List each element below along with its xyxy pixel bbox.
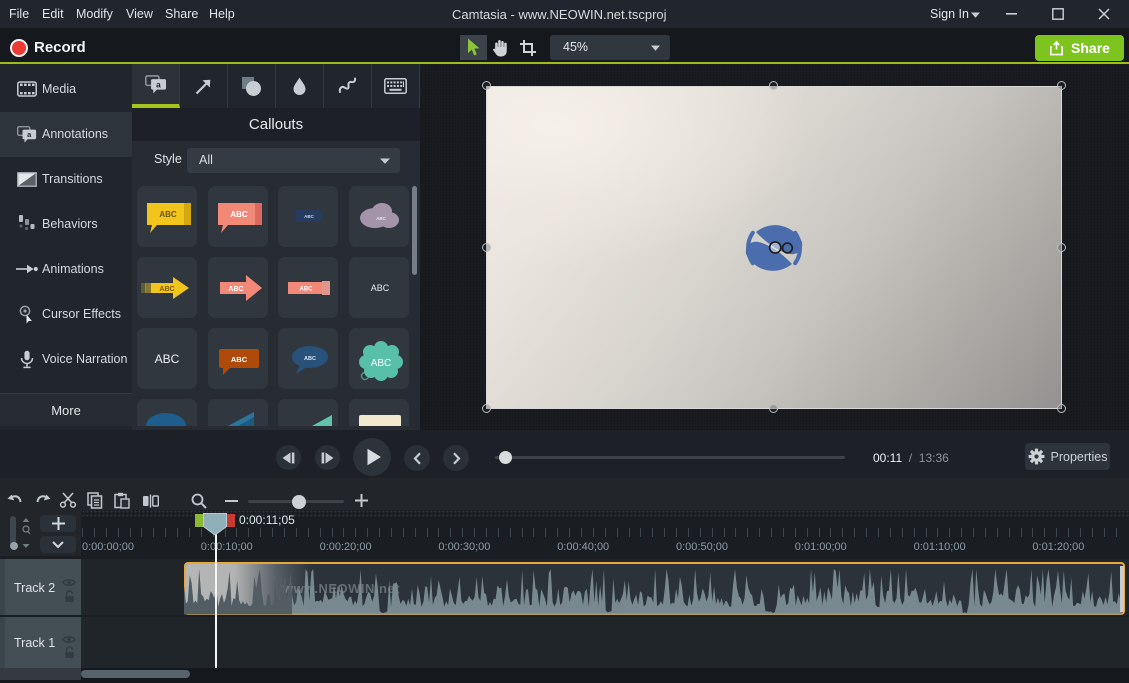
svg-text:ABC: ABC bbox=[155, 352, 180, 366]
svg-text:ABC: ABC bbox=[231, 355, 248, 364]
svg-text:ABC: ABC bbox=[159, 210, 177, 219]
svg-text:a: a bbox=[156, 80, 161, 89]
svg-text:ABC: ABC bbox=[371, 358, 392, 369]
svg-text:ABC: ABC bbox=[305, 214, 315, 219]
svg-text:ABC: ABC bbox=[376, 216, 386, 221]
svg-text:ABC: ABC bbox=[371, 283, 390, 293]
svg-text:ABC: ABC bbox=[230, 210, 248, 219]
svg-text:ABC: ABC bbox=[304, 356, 316, 362]
svg-text:ABC: ABC bbox=[228, 286, 243, 293]
svg-text:ABC: ABC bbox=[159, 286, 174, 293]
svg-text:ABC: ABC bbox=[300, 287, 314, 293]
